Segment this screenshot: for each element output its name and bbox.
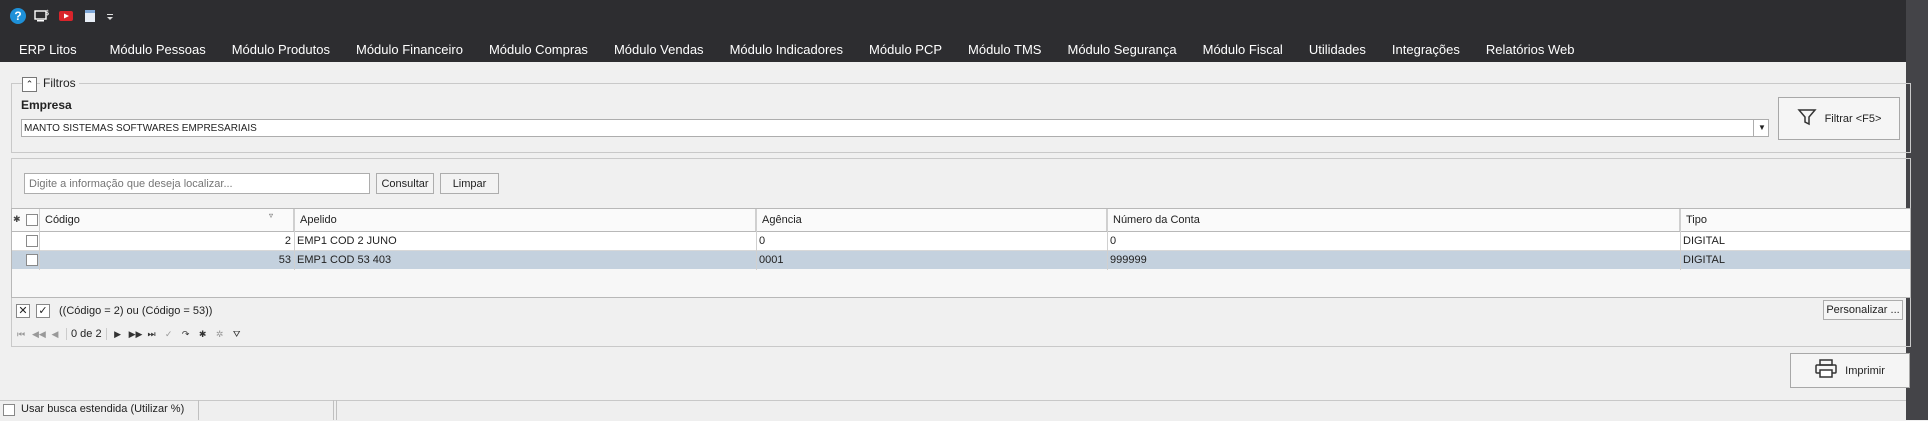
menu-modulo-seguranca[interactable]: Módulo Segurança (1054, 42, 1189, 57)
menu-modulo-financeiro[interactable]: Módulo Financeiro (343, 42, 476, 57)
column-header-tipo[interactable]: Tipo (1680, 209, 1910, 231)
cell-codigo: 2 (284, 235, 291, 247)
imprimir-label: Imprimir (1845, 364, 1885, 377)
cell-tipo: DIGITAL (1683, 235, 1725, 247)
status-divider (336, 400, 337, 420)
empresa-label: Empresa (21, 98, 72, 112)
menu-modulo-vendas[interactable]: Módulo Vendas (601, 42, 717, 57)
cell-numero-conta: 0 (1110, 235, 1117, 247)
enable-filter-checkbox[interactable]: ✓ (36, 304, 50, 318)
table-row-selected[interactable]: 53 EMP1 COD 53 403 0001 999999 DIGITAL (12, 251, 1910, 269)
menu-relatorios-web[interactable]: Relatórios Web (1473, 42, 1588, 57)
first-page-icon[interactable]: ⏮ (15, 329, 27, 340)
confirm-edit-icon[interactable]: ✓ (163, 329, 175, 340)
insert-record-icon[interactable]: ✱ (197, 329, 209, 340)
personalizar-button[interactable]: Personalizar ... (1823, 300, 1903, 320)
menu-modulo-compras[interactable]: Módulo Compras (476, 42, 601, 57)
grid-divider (294, 209, 295, 270)
menu-utilidades[interactable]: Utilidades (1296, 42, 1379, 57)
row-checkbox[interactable] (26, 235, 38, 247)
cell-apelido: EMP1 COD 2 JUNO (297, 235, 397, 247)
page-indicator: 0 de 2 (66, 328, 107, 340)
menu-modulo-fiscal[interactable]: Módulo Fiscal (1190, 42, 1296, 57)
grid-divider (756, 209, 757, 270)
previous-page-icon[interactable]: ◀◀ (32, 329, 46, 340)
results-grid: ✱ Código ▿ Apelido Agência Número da Con… (11, 208, 1911, 298)
quick-access-toolbar: ? $ (10, 7, 114, 25)
busca-estendida-checkbox[interactable] (3, 404, 15, 416)
table-row[interactable]: 2 EMP1 COD 2 JUNO 0 0 DIGITAL (12, 232, 1910, 251)
cell-apelido: EMP1 COD 53 403 (297, 254, 392, 266)
column-header-codigo[interactable]: Código (39, 209, 294, 231)
menu-modulo-indicadores[interactable]: Módulo Indicadores (717, 42, 856, 57)
grid-divider (1107, 209, 1108, 270)
svg-text:$: $ (45, 9, 49, 17)
grid-header-row: ✱ Código ▿ Apelido Agência Número da Con… (12, 209, 1910, 232)
next-record-icon[interactable]: ▶ (112, 329, 124, 340)
menu-erp-litos[interactable]: ERP Litos (0, 42, 97, 57)
filtrar-label: Filtrar <F5> (1824, 112, 1882, 125)
limpar-button[interactable]: Limpar (440, 173, 499, 194)
collapse-filtros-icon[interactable]: ⌃ (22, 77, 37, 92)
filtros-title: Filtros (40, 76, 79, 90)
select-all-checkbox[interactable] (26, 214, 38, 226)
money-screen-icon[interactable]: $ (34, 8, 50, 24)
consultar-button[interactable]: Consultar (376, 173, 434, 194)
status-divider (198, 400, 199, 420)
cell-numero-conta: 999999 (1110, 254, 1147, 266)
main-menu: ERP Litos Módulo Pessoas Módulo Produtos… (0, 38, 1588, 60)
filtrar-button[interactable]: Filtrar <F5> (1778, 97, 1900, 140)
cell-agencia: 0 (759, 235, 766, 247)
row-indicator-icon: ✱ (13, 214, 21, 224)
menu-modulo-pessoas[interactable]: Módulo Pessoas (97, 42, 219, 57)
filter-icon[interactable]: ⛛ (231, 329, 243, 340)
last-page-icon[interactable]: ⏭ (146, 329, 158, 340)
menu-modulo-tms[interactable]: Módulo TMS (955, 42, 1054, 57)
search-input[interactable] (24, 173, 370, 194)
cell-agencia: 0001 (759, 254, 784, 266)
imprimir-button[interactable]: Imprimir (1790, 353, 1910, 388)
column-filter-icon[interactable]: ▿ (269, 211, 273, 220)
document-icon[interactable] (82, 8, 98, 24)
row-checkbox[interactable] (26, 254, 38, 266)
column-header-numero-conta[interactable]: Número da Conta (1107, 209, 1680, 231)
status-bar (0, 400, 1906, 421)
empresa-select[interactable]: MANTO SISTEMAS SOFTWARES EMPRESARIAIS (21, 119, 1769, 137)
refresh-icon[interactable]: ↷ (180, 329, 192, 340)
help-icon[interactable]: ? (10, 8, 26, 24)
filter-funnel-icon (1796, 107, 1817, 130)
grid-divider (39, 209, 40, 270)
clear-filter-icon[interactable]: ✕ (16, 304, 30, 318)
next-page-icon[interactable]: ▶▶ (129, 329, 143, 340)
grid-navigator: ⏮ ◀◀ ◀ 0 de 2 ▶ ▶▶ ⏭ ✓ ↷ ✱ ✲ ⛛ (15, 326, 243, 342)
filtros-group (11, 83, 1911, 153)
status-divider (333, 400, 334, 420)
customize-toolbar-icon[interactable] (106, 8, 114, 24)
column-header-agencia[interactable]: Agência (756, 209, 1107, 231)
menu-integracoes[interactable]: Integrações (1379, 42, 1473, 57)
busca-estendida-label: Usar busca estendida (Utilizar %) (21, 403, 185, 415)
previous-record-icon[interactable]: ◀ (49, 329, 61, 340)
cell-tipo: DIGITAL (1683, 254, 1725, 266)
video-icon[interactable] (58, 8, 74, 24)
printer-icon (1815, 359, 1837, 382)
delete-record-icon[interactable]: ✲ (214, 329, 226, 340)
grid-divider (1680, 209, 1681, 270)
column-header-apelido[interactable]: Apelido (294, 209, 756, 231)
cell-codigo: 53 (278, 254, 291, 266)
filter-expression[interactable]: ((Código = 2) ou (Código = 53)) (59, 305, 212, 317)
menu-modulo-pcp[interactable]: Módulo PCP (856, 42, 955, 57)
chevron-down-icon[interactable]: ▼ (1753, 120, 1770, 136)
menu-modulo-produtos[interactable]: Módulo Produtos (219, 42, 343, 57)
